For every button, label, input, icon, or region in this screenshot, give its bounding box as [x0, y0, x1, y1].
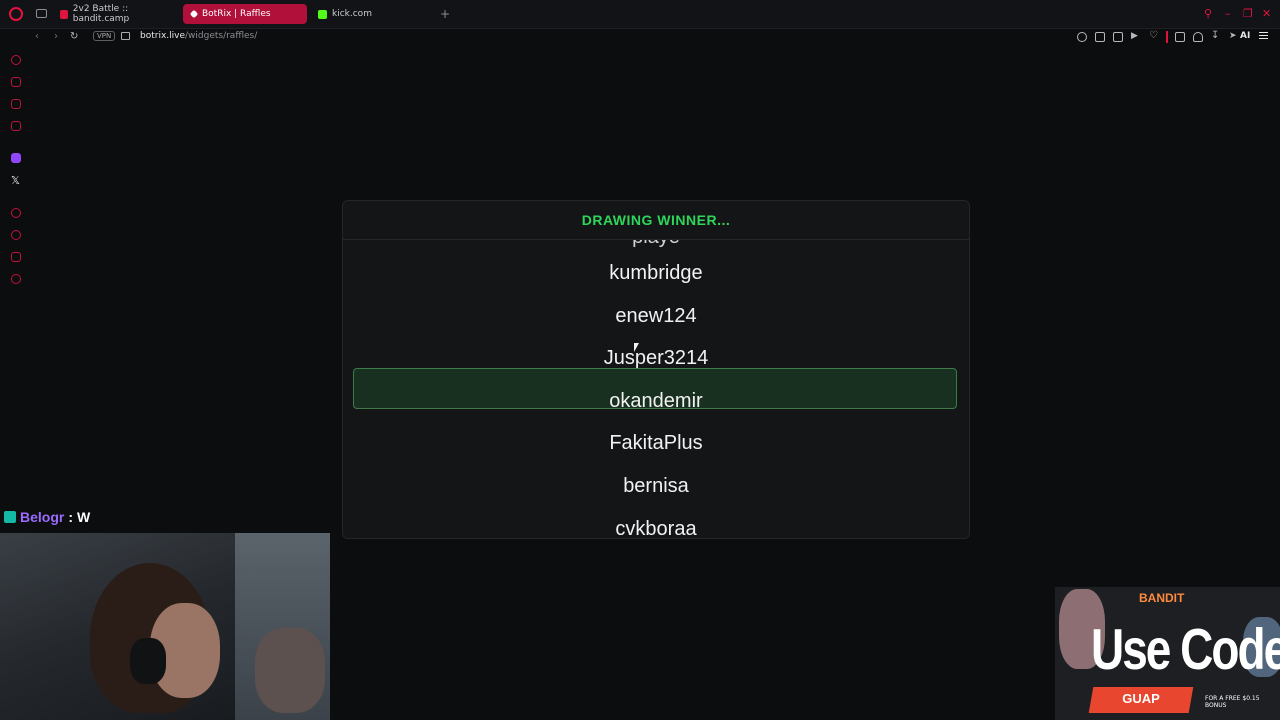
tab-label: kick.com	[332, 9, 372, 19]
raffle-name: kumbridge	[609, 262, 703, 284]
restore-icon[interactable]: ❐	[1243, 7, 1253, 20]
raffle-name-partial: playe	[343, 240, 969, 249]
sidebar-x-icon[interactable]: 𝕏	[11, 174, 20, 187]
workspaces-icon[interactable]	[36, 9, 47, 18]
sidebar-twitch-icon[interactable]	[11, 153, 21, 163]
chat-separator: :	[68, 509, 74, 525]
ad-headline: Use Code	[1091, 616, 1280, 682]
new-tab-button[interactable]: +	[440, 7, 450, 21]
shield-icon[interactable]	[1113, 32, 1123, 42]
chat-text: W	[77, 509, 91, 525]
chat-badge-icon	[4, 511, 16, 523]
search-icon[interactable]: ⚲	[1204, 7, 1212, 20]
raffle-name-highlighted: okandemir	[609, 390, 703, 412]
sidebar-history-icon[interactable]	[11, 55, 21, 65]
ai-label[interactable]: AI	[1240, 31, 1250, 41]
kick-favicon-icon	[318, 9, 327, 19]
url-host: botrix.live	[140, 31, 185, 41]
close-icon[interactable]: ✕	[1262, 7, 1271, 20]
sidebar-chat-icon[interactable]	[11, 99, 21, 109]
lock-icon[interactable]	[121, 32, 130, 40]
tab-bar: 2v2 Battle :: bandit.camp BotRix | Raffl…	[0, 0, 1280, 29]
tab-bandit-camp[interactable]: 2v2 Battle :: bandit.camp	[52, 4, 180, 24]
raffle-header: DRAWING WINNER...	[343, 201, 969, 240]
sidebar-news-icon[interactable]	[11, 121, 21, 131]
tab-botrix-raffles[interactable]: BotRix | Raffles	[183, 4, 307, 24]
opera-logo-icon[interactable]	[9, 7, 23, 21]
url-path: /widgets/raffles/	[185, 31, 258, 41]
raffle-name: bernisa	[623, 475, 689, 497]
raffle-name: FakitaPlus	[609, 432, 703, 454]
pin-icon[interactable]	[1077, 32, 1087, 42]
minimize-icon[interactable]: –	[1225, 7, 1231, 20]
streamer-hand	[255, 628, 325, 713]
vpn-badge[interactable]: VPN	[93, 31, 116, 41]
tab-label: 2v2 Battle :: bandit.camp	[72, 4, 130, 24]
sidebar-extensions-icon[interactable]	[11, 252, 21, 262]
profile-icon[interactable]	[1193, 32, 1203, 42]
sidebar-shopping-icon[interactable]	[11, 77, 21, 87]
mouse-cursor-icon	[634, 343, 639, 352]
url-field[interactable]: botrix.live/widgets/raffles/	[140, 31, 257, 41]
raffle-name-list: playe kumbridge enew124 Jusper3214 okand…	[343, 240, 969, 538]
bandit-favicon-icon	[60, 9, 68, 19]
ad-code: GUAP	[1122, 691, 1160, 706]
raffle-name: enew124	[615, 305, 697, 327]
chat-username: Belogr	[20, 509, 65, 525]
menu-icon[interactable]	[1259, 32, 1268, 33]
sponsor-ad: BANDIT Use Code GUAP FOR A FREE $0.15 BO…	[1055, 587, 1280, 720]
sidebar-settings-icon[interactable]	[11, 274, 21, 284]
ad-promo-text: FOR A FREE $0.15 BONUS	[1205, 695, 1260, 709]
aria-icon[interactable]: ➤	[1229, 31, 1237, 41]
raffle-name: Jusper3214	[603, 347, 709, 369]
back-icon[interactable]: ‹	[35, 31, 39, 42]
chat-message: Belogr : W	[4, 509, 90, 525]
headset-icon	[130, 638, 166, 684]
sidebar-clock-icon[interactable]	[11, 230, 21, 240]
play-icon[interactable]: ▶	[1131, 31, 1139, 41]
toolbar-divider	[1166, 31, 1168, 43]
tab-kick[interactable]: kick.com	[310, 4, 436, 24]
snapshot-icon[interactable]	[1095, 32, 1105, 42]
download-icon[interactable]: ↧	[1211, 30, 1219, 41]
raffle-name: cvkboraa	[615, 518, 697, 538]
reload-icon[interactable]: ↻	[70, 31, 78, 42]
raffle-panel: DRAWING WINNER... playe kumbridge enew12…	[342, 200, 970, 539]
ad-brand-logo: BANDIT	[1139, 591, 1185, 605]
sidebar-player-icon[interactable]	[11, 208, 21, 218]
botrix-favicon-icon	[189, 9, 199, 19]
extensions-icon[interactable]	[1175, 32, 1185, 42]
tab-label: BotRix | Raffles	[202, 9, 271, 19]
forward-icon[interactable]: ›	[54, 31, 58, 42]
heart-icon[interactable]: ♡	[1149, 30, 1158, 41]
webcam-feed	[0, 533, 330, 720]
